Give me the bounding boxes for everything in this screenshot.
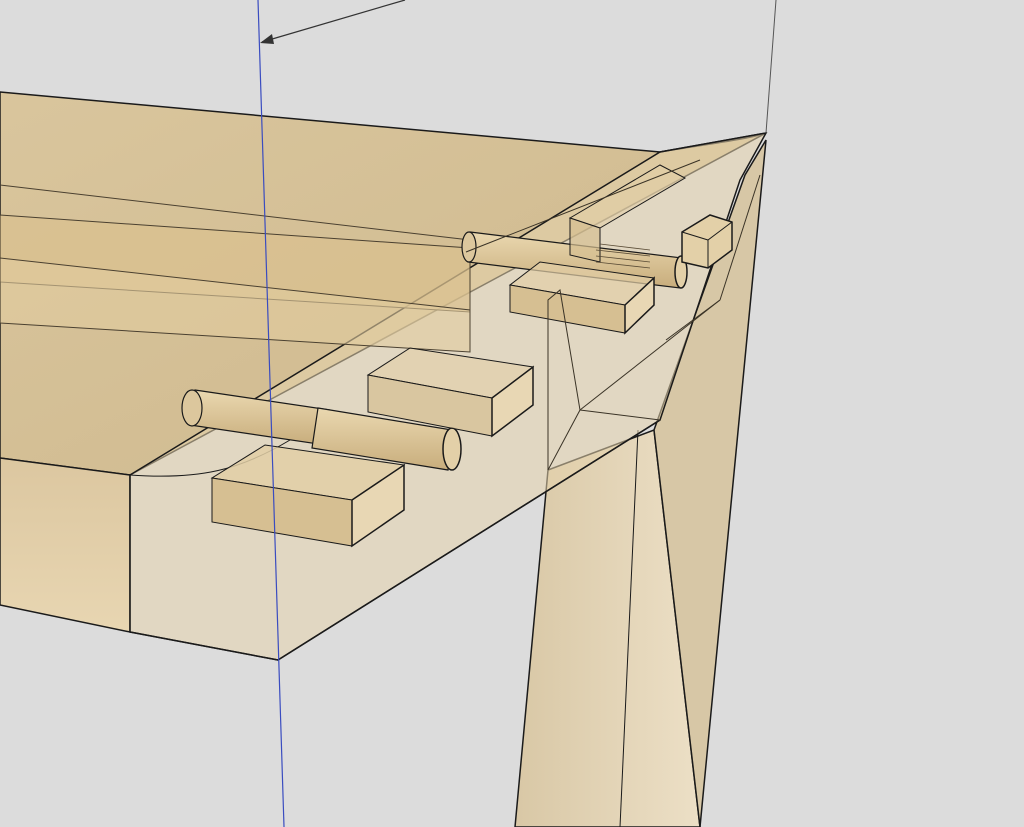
model-canvas[interactable] xyxy=(0,0,1024,827)
guide-line xyxy=(765,0,777,134)
dimension-arrow-icon[interactable] xyxy=(260,0,406,44)
modeling-viewport[interactable] xyxy=(0,0,1024,827)
